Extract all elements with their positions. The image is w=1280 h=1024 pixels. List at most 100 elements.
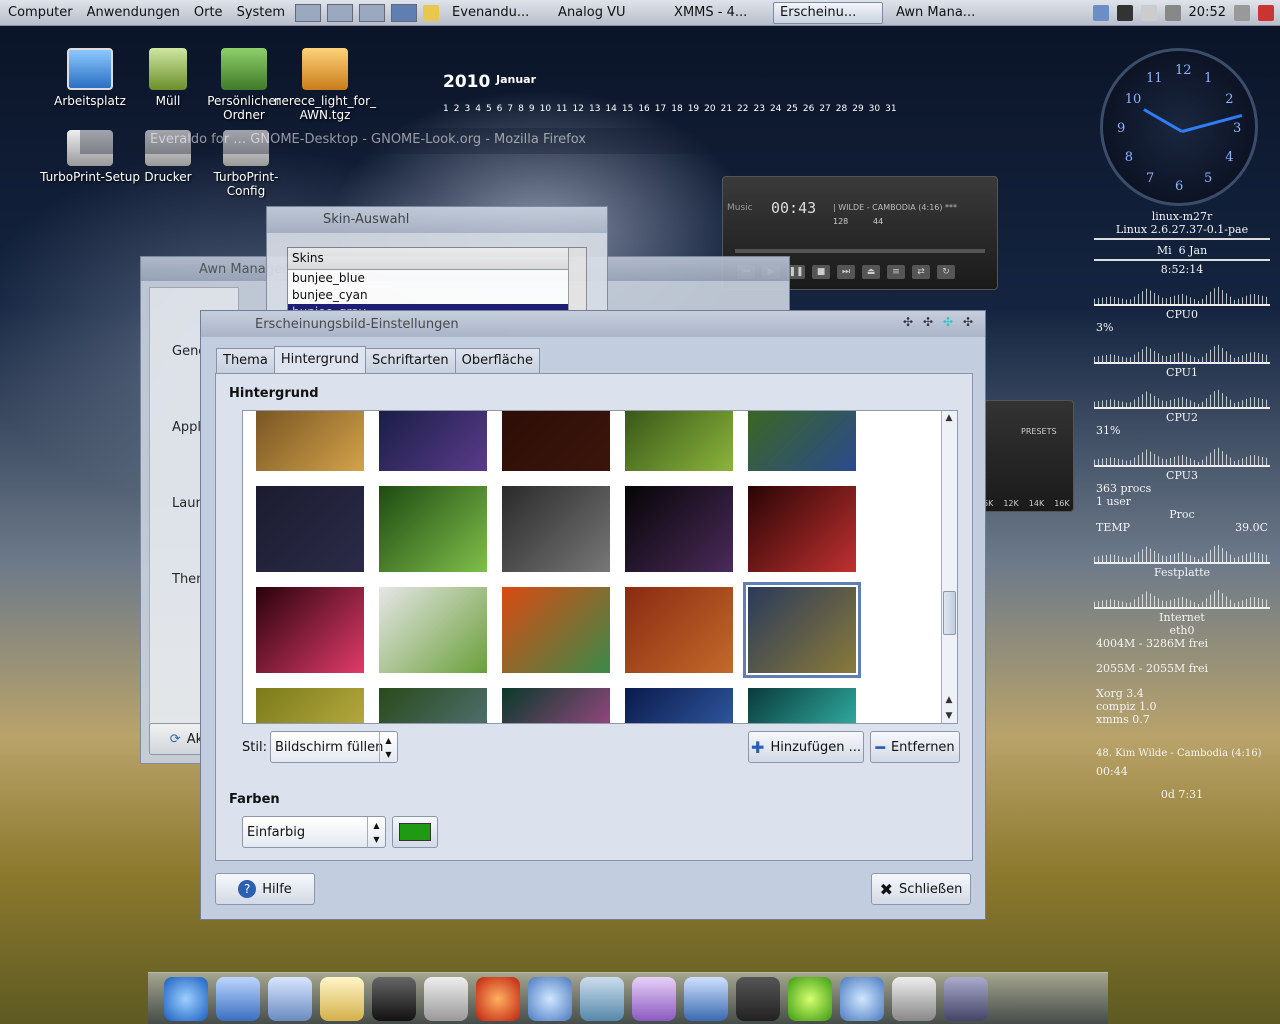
- presentation-icon[interactable]: [632, 977, 676, 1021]
- minimize-icon[interactable]: ✣: [901, 315, 915, 329]
- notes-icon[interactable]: [423, 4, 440, 21]
- tab-fonts[interactable]: Schriftarten: [364, 348, 456, 373]
- maximize-icon[interactable]: ✣: [941, 315, 955, 329]
- next-icon[interactable]: ⏭: [837, 265, 855, 279]
- clock-number: 10: [1124, 92, 1142, 107]
- wallpaper-thumb[interactable]: [256, 411, 364, 471]
- logout-icon[interactable]: [1258, 4, 1274, 21]
- network-icon[interactable]: [580, 977, 624, 1021]
- wallpaper-thumb[interactable]: [502, 411, 610, 471]
- tab-background[interactable]: Hintergrund: [273, 346, 366, 373]
- trash-icon[interactable]: [892, 977, 936, 1021]
- workspace-2[interactable]: [327, 3, 354, 22]
- wallpaper-grid[interactable]: ▲ ▲ ▼: [242, 410, 958, 724]
- xmms-seek-bar[interactable]: [735, 249, 985, 253]
- wallpaper-thumb-selected[interactable]: [743, 582, 861, 678]
- wallpaper-thumb[interactable]: [502, 486, 610, 572]
- task-awn-manager[interactable]: Awn Mana...: [889, 2, 999, 24]
- user-icon[interactable]: [1234, 4, 1250, 21]
- tab-interface[interactable]: Oberfläche: [454, 348, 541, 373]
- wallpaper-thumb[interactable]: [748, 688, 856, 723]
- task-firefox[interactable]: Evenandu...: [445, 2, 545, 24]
- desktop-icon-archive[interactable]: nerece_light_for_ AWN.tgz: [270, 48, 380, 122]
- wallpaper-thumb[interactable]: [748, 411, 856, 471]
- workspace-4[interactable]: [391, 3, 418, 22]
- task-appearance[interactable]: Erscheinu...: [773, 1, 884, 24]
- firefox-titlebar[interactable]: Everaldo for … GNOME-Desktop - GNOME-Loo…: [80, 128, 1180, 154]
- globe-icon[interactable]: [164, 977, 208, 1021]
- color-mode-combo[interactable]: Einfarbig ▲ ▼: [242, 816, 386, 848]
- skin-title[interactable]: Skin-Auswahl: [267, 207, 607, 233]
- wallpaper-thumb[interactable]: [625, 688, 733, 723]
- volume-icon[interactable]: [1164, 4, 1181, 21]
- tab-theme[interactable]: Thema: [216, 348, 275, 373]
- eject-icon[interactable]: ⏏: [862, 265, 880, 279]
- scroll-thumb[interactable]: [943, 591, 956, 635]
- menu-system[interactable]: System: [233, 5, 289, 20]
- desktop-icon-computer[interactable]: Arbeitsplatz: [48, 48, 132, 108]
- close-icon[interactable]: ✣: [961, 315, 975, 329]
- wallpaper-thumb[interactable]: [625, 587, 733, 673]
- document-icon[interactable]: [684, 977, 728, 1021]
- list-item[interactable]: bunjee_blue: [288, 270, 568, 287]
- scroll-up-icon[interactable]: ▲: [942, 693, 956, 707]
- wallpaper-thumb[interactable]: [379, 688, 487, 723]
- workspace-3[interactable]: [359, 3, 386, 22]
- menu-places[interactable]: Orte: [190, 5, 227, 20]
- firefox-icon[interactable]: [476, 977, 520, 1021]
- help-button[interactable]: ? Hilfe: [215, 873, 315, 905]
- scroll-down-icon[interactable]: ▼: [942, 709, 956, 723]
- terminal-icon[interactable]: [372, 977, 416, 1021]
- wallpaper-thumb[interactable]: [379, 411, 487, 471]
- wallpaper-thumb[interactable]: [256, 688, 364, 723]
- task-xmms[interactable]: XMMS - 4...: [667, 2, 767, 24]
- calendar-year: 2010: [443, 72, 491, 92]
- awn-manager-icon[interactable]: [944, 977, 988, 1021]
- home-icon[interactable]: [216, 977, 260, 1021]
- shuffle-icon[interactable]: ⇄: [912, 265, 930, 279]
- scroll-up-icon[interactable]: ▲: [942, 411, 956, 425]
- wallpaper-scrollbar[interactable]: ▲ ▲ ▼: [941, 411, 957, 723]
- equalizer-icon[interactable]: ≡: [887, 265, 905, 279]
- eq-presets[interactable]: PRESETS: [1021, 427, 1057, 436]
- list-item[interactable]: bunjee_cyan: [288, 287, 568, 304]
- wallpaper-thumb[interactable]: [625, 486, 733, 572]
- calendar-day: 29: [852, 104, 864, 114]
- task-analog-vu[interactable]: Analog VU: [551, 2, 661, 24]
- close-button[interactable]: ✖ Schließen: [871, 873, 971, 905]
- text-editor-icon[interactable]: [320, 977, 364, 1021]
- wallpaper-thumb[interactable]: [625, 411, 733, 471]
- color-button[interactable]: [392, 816, 438, 848]
- calendar-day: 6: [496, 104, 503, 114]
- wallpaper-thumb[interactable]: [502, 587, 610, 673]
- audio-player-icon[interactable]: [840, 977, 884, 1021]
- mail-icon[interactable]: [268, 977, 312, 1021]
- workspace-1[interactable]: [295, 3, 322, 22]
- network-icon[interactable]: [1092, 4, 1109, 21]
- wallpaper-thumb[interactable]: [256, 587, 364, 673]
- restore-icon[interactable]: ✣: [921, 315, 935, 329]
- clipboard-icon[interactable]: [1140, 4, 1157, 21]
- wallpaper-thumb[interactable]: [379, 587, 487, 673]
- style-combo[interactable]: Bildschirm füllen ▲ ▼: [270, 731, 398, 763]
- cpu2-graph: [1094, 381, 1270, 409]
- wallpaper-thumb[interactable]: [748, 486, 856, 572]
- download-icon[interactable]: [788, 977, 832, 1021]
- dialog-title[interactable]: Erscheinungsbild-Einstellungen: [201, 311, 985, 337]
- repeat-icon[interactable]: ↻: [937, 265, 955, 279]
- wallpaper-thumb[interactable]: [256, 486, 364, 572]
- stop-icon[interactable]: ■: [812, 265, 830, 279]
- skin-list-header[interactable]: Skins: [288, 248, 568, 270]
- wallpaper-thumb[interactable]: [502, 688, 610, 723]
- remove-button[interactable]: ━ Entfernen: [870, 731, 960, 763]
- menu-applications[interactable]: Anwendungen: [83, 5, 184, 20]
- settings-icon[interactable]: [424, 977, 468, 1021]
- gimp-icon[interactable]: [736, 977, 780, 1021]
- menu-computer[interactable]: Computer: [4, 5, 77, 20]
- music-icon[interactable]: [528, 977, 572, 1021]
- wallpaper-thumb[interactable]: [379, 486, 487, 572]
- display-icon[interactable]: [1116, 4, 1133, 21]
- eq-band-label: 16K: [1054, 499, 1070, 508]
- panel-clock[interactable]: 20:52: [1189, 5, 1226, 20]
- add-button[interactable]: ✚ Hinzufügen ...: [748, 731, 864, 763]
